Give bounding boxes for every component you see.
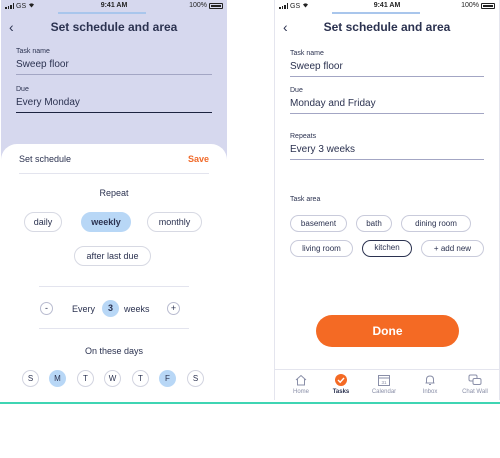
tab-home-label: Home [292, 389, 309, 395]
repeats-field[interactable]: Repeats Every 3 weeks [290, 133, 484, 160]
days-label: On these days [84, 346, 144, 356]
day-friday[interactable]: F [159, 370, 176, 387]
battery-percent: 100% [189, 2, 207, 9]
tab-tasks[interactable]: Tasks [321, 373, 361, 395]
sheet-title: Set schedule [19, 154, 72, 164]
repeats-label: Repeats [290, 133, 317, 140]
left-phone-screen: GS 9:41 AM 100% ‹ Set schedule and area … [1, 0, 227, 400]
status-bar: GS 9:41 AM 100% [1, 0, 227, 12]
repeat-label: Repeat [99, 188, 129, 198]
task-area-label: Task area [290, 196, 321, 203]
repeats-value[interactable]: Every 3 weeks [290, 144, 484, 160]
day-tuesday[interactable]: T [77, 370, 94, 387]
status-bar: GS 9:41 AM 100% [275, 0, 499, 12]
day-saturday[interactable]: S [187, 370, 204, 387]
sheet-header: Set schedule Save [19, 154, 209, 174]
repeat-option-after-last-due[interactable]: after last due [74, 246, 151, 266]
tab-chat-wall[interactable]: Chat Wall [455, 373, 495, 395]
due-label: Due [16, 86, 29, 93]
accent-divider-line [0, 402, 500, 404]
bell-icon [423, 373, 437, 387]
divider [39, 328, 189, 329]
add-new-area-button[interactable]: + add new [421, 240, 484, 257]
header-progress-bar [332, 12, 427, 14]
schedule-sheet: Set schedule Save Repeat daily weekly mo… [1, 144, 227, 400]
task-name-label: Task name [16, 48, 50, 55]
task-name-value[interactable]: Sweep floor [290, 61, 484, 77]
tab-inbox-label: Inbox [422, 389, 438, 395]
area-chip-bath[interactable]: bath [356, 215, 392, 232]
tab-calendar[interactable]: 31 Calendar [364, 373, 404, 395]
every-label: Every [72, 304, 96, 314]
calendar-day-number: 31 [381, 380, 387, 385]
home-icon [294, 373, 308, 387]
interval-unit: weeks [124, 304, 150, 314]
day-sunday[interactable]: S [22, 370, 39, 387]
task-name-field[interactable]: Task name Sweep floor [290, 50, 484, 77]
header-progress-bar [58, 12, 153, 14]
area-chip-dining-room[interactable]: dining room [401, 215, 471, 232]
check-circle-icon [334, 373, 348, 387]
due-label: Due [290, 87, 303, 94]
tab-calendar-label: Calendar [371, 389, 397, 395]
repeat-option-daily[interactable]: daily [24, 212, 62, 232]
day-thursday[interactable]: T [132, 370, 149, 387]
increment-button[interactable]: + [167, 302, 180, 315]
area-chip-basement[interactable]: basement [290, 215, 347, 232]
due-field[interactable]: Due Every Monday [16, 86, 212, 113]
repeat-option-monthly[interactable]: monthly [147, 212, 202, 232]
save-button[interactable]: Save [188, 154, 209, 164]
due-field[interactable]: Due Monday and Friday [290, 87, 484, 114]
task-name-label: Task name [290, 50, 324, 57]
due-value[interactable]: Every Monday [16, 97, 212, 113]
day-monday[interactable]: M [49, 370, 66, 387]
interval-count[interactable]: 3 [102, 300, 119, 317]
day-wednesday[interactable]: W [104, 370, 121, 387]
calendar-icon: 31 [377, 373, 391, 387]
task-name-field[interactable]: Task name Sweep floor [16, 48, 212, 75]
area-chip-kitchen[interactable]: kitchen [362, 240, 412, 257]
right-phone-screen: GS 9:41 AM 100% ‹ Set schedule and area … [274, 0, 500, 400]
done-button[interactable]: Done [316, 315, 459, 347]
due-value[interactable]: Monday and Friday [290, 98, 484, 114]
battery-icon [209, 2, 223, 9]
repeat-option-weekly[interactable]: weekly [81, 212, 131, 232]
tab-tasks-label: Tasks [332, 389, 350, 395]
tab-chat-wall-label: Chat Wall [462, 389, 488, 395]
add-new-label: add new [440, 244, 472, 253]
page-title: Set schedule and area [50, 20, 178, 34]
battery-percent: 100% [461, 2, 479, 9]
tab-bar: Home Tasks 31 Calendar Inbox Chat Wall [275, 369, 499, 400]
tab-inbox[interactable]: Inbox [410, 373, 450, 395]
area-chip-living-room[interactable]: living room [290, 240, 353, 257]
battery-icon [481, 2, 495, 9]
chat-bubbles-icon [468, 373, 482, 387]
divider [39, 286, 189, 287]
task-area-section: Task area [290, 196, 484, 203]
plus-icon: + [433, 244, 439, 253]
decrement-button[interactable]: - [40, 302, 53, 315]
tab-home[interactable]: Home [281, 373, 321, 395]
task-name-value[interactable]: Sweep floor [16, 59, 212, 75]
page-title: Set schedule and area [323, 20, 451, 34]
